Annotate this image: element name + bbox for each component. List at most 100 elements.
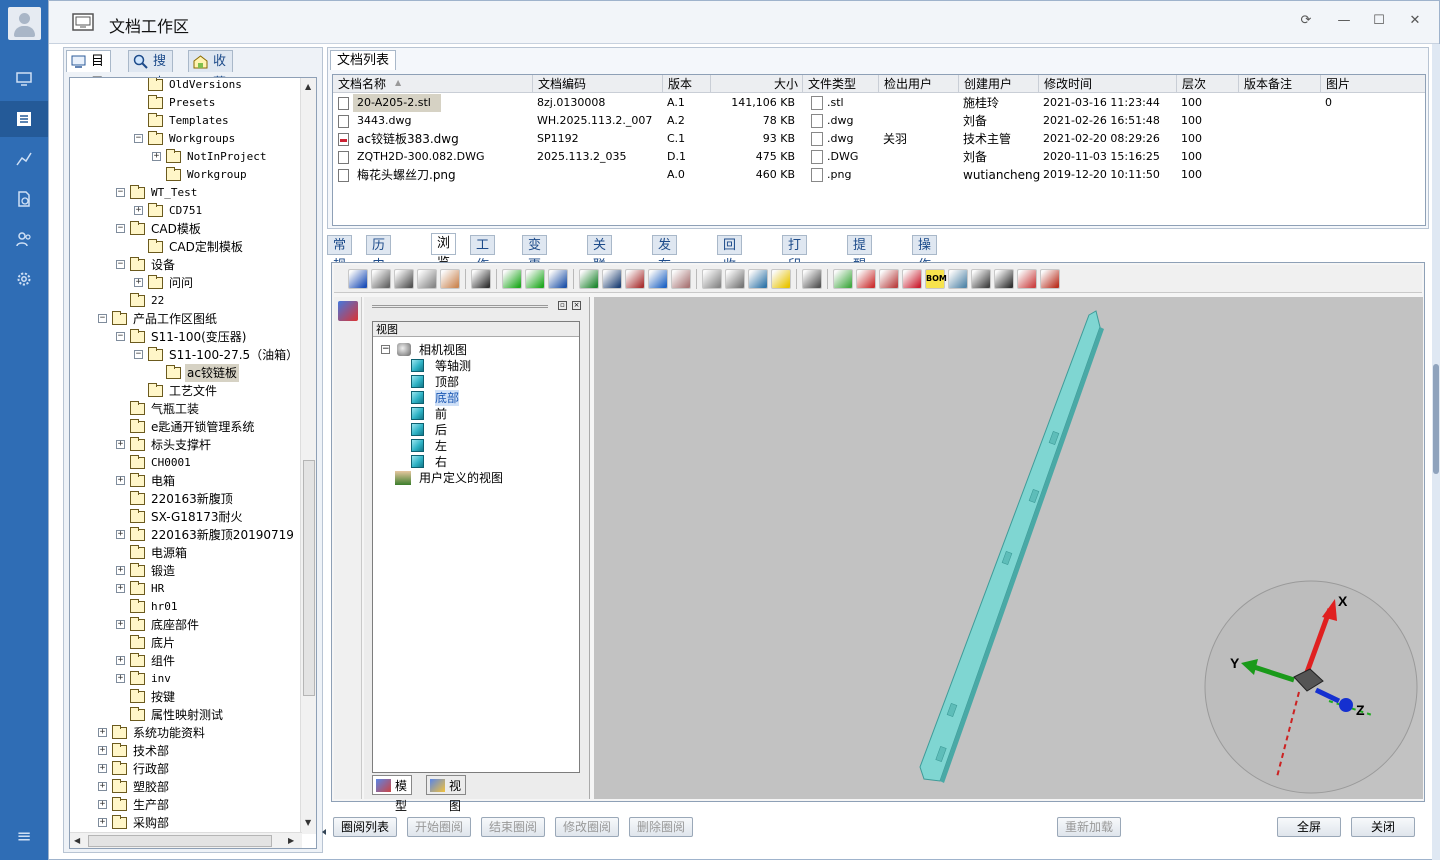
page-scrollbar[interactable]: [1432, 44, 1440, 860]
dimension-icon[interactable]: [1040, 269, 1060, 289]
gear-icon[interactable]: [0, 261, 48, 297]
tab-detail[interactable]: 回收记录: [717, 235, 743, 313]
tab-model[interactable]: 模型: [372, 775, 413, 813]
tab-directory[interactable]: 目录: [66, 50, 112, 91]
tab-detail[interactable]: 浏览: [431, 233, 457, 271]
zoom-out-icon[interactable]: [525, 269, 545, 289]
collapse-icon[interactable]: −: [116, 224, 125, 233]
scroll-right-icon[interactable]: ▶: [288, 836, 294, 845]
column-header[interactable]: 检出用户: [879, 75, 959, 93]
center-icon[interactable]: [879, 269, 899, 289]
expand-icon[interactable]: +: [134, 278, 143, 287]
tab-detail[interactable]: 打印记录: [782, 235, 808, 313]
table-row[interactable]: ZQTH2D-300.082.DWG 2025.113.2_035 D.1 475 K…: [333, 148, 1425, 166]
pan-icon[interactable]: [548, 269, 568, 289]
expand-icon[interactable]: +: [98, 764, 107, 773]
expand-icon[interactable]: +: [98, 818, 107, 827]
measure-icon[interactable]: [725, 269, 745, 289]
reload-button[interactable]: 重新加载: [1057, 817, 1121, 837]
expand-icon[interactable]: +: [116, 656, 125, 665]
users-icon[interactable]: [0, 221, 48, 257]
tab-favorites[interactable]: 收藏夹: [188, 50, 234, 113]
collapse-sidebar-icon[interactable]: ≡: [0, 826, 48, 847]
hand-icon[interactable]: [671, 269, 691, 289]
zoom-selection-icon[interactable]: [625, 269, 645, 289]
collapse-icon[interactable]: −: [381, 345, 390, 354]
fullscreen-button[interactable]: 全屏: [1277, 817, 1341, 837]
column-header[interactable]: 文档名称: [333, 75, 533, 93]
expand-icon[interactable]: +: [116, 674, 125, 683]
collapse-icon[interactable]: −: [98, 314, 107, 323]
info-icon[interactable]: [348, 269, 368, 289]
collapse-icon[interactable]: −: [134, 134, 143, 143]
column-header[interactable]: 层次: [1177, 75, 1239, 93]
assembly-icon[interactable]: [856, 269, 876, 289]
explode-icon[interactable]: [833, 269, 853, 289]
expand-icon[interactable]: +: [98, 746, 107, 755]
minimize-button[interactable]: —: [1334, 12, 1354, 30]
splitter-left-icon[interactable]: [321, 829, 326, 835]
file-sync-icon[interactable]: [0, 181, 48, 217]
tab-detail[interactable]: 变更记录: [522, 235, 548, 313]
model-tree-toggle-icon[interactable]: [338, 301, 358, 321]
table-row[interactable]: 20-A205-2.stl 8zj.0130008 A.1 141,106 KB .st…: [333, 94, 1425, 112]
end-markup-button[interactable]: 结束圈阅: [481, 817, 545, 837]
column-header[interactable]: 文件类型: [803, 75, 879, 93]
axes-icon[interactable]: [994, 269, 1014, 289]
pencil-icon[interactable]: [417, 269, 437, 289]
print-preview-icon[interactable]: [371, 269, 391, 289]
markup-list-button[interactable]: 圈阅列表: [333, 817, 397, 837]
panel-close-icon[interactable]: ×: [572, 301, 581, 310]
light-icon[interactable]: [771, 269, 791, 289]
column-header[interactable]: 版本备注: [1239, 75, 1321, 93]
table-row[interactable]: 3443.dwg WH.2025.113.2._007 A.2 78 KB .dwg 刘备…: [333, 112, 1425, 130]
page-scroll-thumb[interactable]: [1433, 364, 1439, 474]
tab-view[interactable]: 视图: [426, 775, 467, 813]
table-row[interactable]: 梅花头螺丝刀.png A.0 460 KB .png wutiancheng 2019-1…: [333, 166, 1425, 184]
3d-canvas[interactable]: X Y Z: [594, 297, 1423, 799]
collapse-icon[interactable]: −: [116, 260, 125, 269]
collapse-icon[interactable]: −: [134, 350, 143, 359]
tab-detail[interactable]: 常规: [327, 235, 353, 273]
column-header[interactable]: 大小: [711, 75, 803, 93]
scroll-down-icon[interactable]: ▼: [305, 818, 311, 827]
tab-document-list[interactable]: 文档列表: [330, 50, 397, 70]
edit-markup-button[interactable]: 修改圈阅: [555, 817, 619, 837]
zoom-fit-icon[interactable]: [579, 269, 599, 289]
document-list-icon[interactable]: [0, 101, 48, 137]
tab-detail[interactable]: 关联文档: [587, 235, 613, 313]
delete-markup-button[interactable]: 删除圈阅: [629, 817, 693, 837]
column-header[interactable]: 创建用户: [959, 75, 1039, 93]
column-header[interactable]: 图片: [1321, 75, 1425, 93]
render-mode-icon[interactable]: [748, 269, 768, 289]
tree-hscroll-thumb[interactable]: [88, 835, 272, 847]
expand-icon[interactable]: +: [116, 566, 125, 575]
column-header[interactable]: 修改时间: [1039, 75, 1177, 93]
tree-vertical-scrollbar[interactable]: ▲ ▼: [300, 78, 316, 834]
print-icon[interactable]: [394, 269, 414, 289]
layers-icon[interactable]: [902, 269, 922, 289]
expand-icon[interactable]: +: [98, 800, 107, 809]
column-header[interactable]: 文档编码: [533, 75, 663, 93]
close-viewer-button[interactable]: 关闭: [1351, 817, 1415, 837]
bom-icon[interactable]: BOM: [925, 269, 947, 289]
refresh-button[interactable]: ⟳: [1296, 12, 1316, 30]
zoom-window-icon[interactable]: [602, 269, 622, 289]
tree-scroll-thumb[interactable]: [303, 460, 315, 696]
expand-icon[interactable]: +: [134, 206, 143, 215]
fit-all-icon[interactable]: [1017, 269, 1037, 289]
tab-detail[interactable]: 操作日志: [912, 235, 938, 313]
tab-detail[interactable]: 工作流: [470, 235, 496, 293]
tab-detail[interactable]: 提醒设置: [847, 235, 873, 313]
rotate-icon[interactable]: [648, 269, 668, 289]
expand-icon[interactable]: +: [116, 584, 125, 593]
expand-icon[interactable]: +: [116, 476, 125, 485]
expand-icon[interactable]: +: [98, 728, 107, 737]
maximize-button[interactable]: ☐: [1369, 12, 1389, 30]
expand-icon[interactable]: +: [116, 440, 125, 449]
chart-line-icon[interactable]: [0, 141, 48, 177]
tab-detail[interactable]: 历史版本: [366, 235, 392, 313]
collapse-icon[interactable]: −: [116, 188, 125, 197]
expand-icon[interactable]: +: [152, 152, 161, 161]
text-icon[interactable]: [971, 269, 991, 289]
